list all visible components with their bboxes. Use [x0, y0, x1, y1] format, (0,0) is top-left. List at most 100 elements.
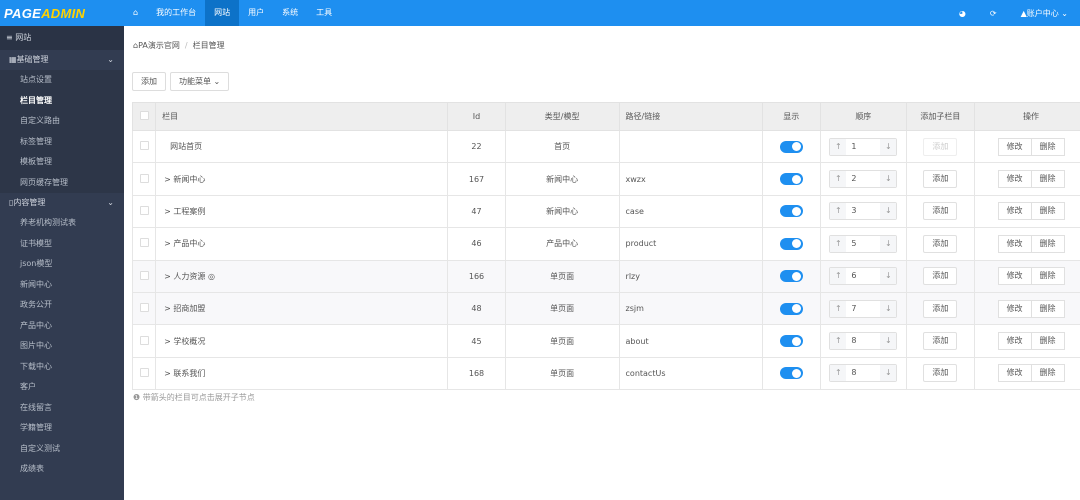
row-select-cell[interactable]	[131, 324, 157, 358]
column-name[interactable]: > 产品中心	[155, 227, 449, 261]
column-name[interactable]: > 新闻中心	[155, 162, 449, 196]
order-input[interactable]: 5	[846, 235, 881, 252]
delete-button[interactable]: 删除	[1031, 137, 1065, 156]
row-select-cell[interactable]	[131, 291, 157, 326]
logo[interactable]: PAGE ADMIN	[0, 0, 124, 26]
delete-button[interactable]: 删除	[1031, 299, 1065, 318]
edit-button[interactable]: 修改	[997, 202, 1032, 221]
move-down-button[interactable]: ↓	[880, 333, 897, 350]
delete-button[interactable]: 删除	[1031, 202, 1065, 221]
order-input[interactable]: 1	[846, 138, 881, 155]
add-button[interactable]: 添加	[132, 72, 166, 91]
move-down-button[interactable]: ↓	[880, 203, 897, 220]
edit-button[interactable]: 修改	[997, 332, 1032, 351]
move-down-button[interactable]: ↓	[880, 268, 897, 285]
add-child-button[interactable]: 添加	[923, 202, 958, 221]
edit-button[interactable]: 修改	[997, 170, 1032, 189]
move-up-button[interactable]: ↑	[830, 171, 847, 188]
sidebar-item[interactable]: 在线留言	[0, 398, 124, 419]
sidebar-item[interactable]: 政务公开	[0, 295, 124, 316]
show-toggle[interactable]	[779, 335, 803, 348]
row-checkbox[interactable]	[139, 270, 149, 280]
edit-button[interactable]: 修改	[997, 267, 1032, 286]
move-down-button[interactable]: ↓	[880, 138, 897, 155]
sidebar-item[interactable]: 站点设置	[0, 70, 124, 91]
edit-button[interactable]: 修改	[997, 299, 1032, 318]
row-checkbox[interactable]	[139, 141, 149, 151]
move-up-button[interactable]: ↑	[830, 300, 847, 317]
row-select-cell[interactable]	[131, 259, 157, 293]
sidebar-item[interactable]: 证书模型	[0, 234, 124, 255]
show-toggle[interactable]	[779, 302, 803, 315]
delete-button[interactable]: 删除	[1031, 332, 1065, 351]
add-child-button[interactable]: 添加	[923, 234, 958, 253]
show-toggle[interactable]	[779, 140, 803, 153]
edit-button[interactable]: 修改	[997, 137, 1032, 156]
add-child-button[interactable]: 添加	[923, 267, 958, 286]
order-input[interactable]: 7	[846, 300, 881, 317]
add-child-button[interactable]: 添加	[923, 332, 958, 351]
show-toggle[interactable]	[779, 270, 803, 283]
row-select-cell[interactable]	[131, 162, 157, 196]
sidebar-item[interactable]: json模型	[0, 254, 124, 275]
sidebar-item[interactable]: 模板管理	[0, 152, 124, 173]
nav-item[interactable]: 用户	[239, 0, 273, 26]
row-select-cell[interactable]	[131, 227, 157, 261]
show-toggle[interactable]	[779, 237, 803, 250]
show-toggle[interactable]	[779, 205, 803, 218]
add-child-button[interactable]: 添加	[923, 299, 958, 318]
column-name[interactable]: > 人力资源 ◎	[155, 259, 449, 293]
move-up-button[interactable]: ↑	[830, 268, 847, 285]
sidebar-item[interactable]: 标签管理	[0, 131, 124, 152]
sidebar-item[interactable]: 下载中心	[0, 357, 124, 378]
move-down-button[interactable]: ↓	[880, 300, 897, 317]
order-input[interactable]: 8	[846, 333, 881, 350]
move-up-button[interactable]: ↑	[830, 333, 847, 350]
sidebar-item[interactable]: 养老机构测试表	[0, 213, 124, 234]
row-checkbox[interactable]	[139, 335, 149, 345]
row-checkbox[interactable]	[139, 367, 149, 377]
delete-button[interactable]: 删除	[1031, 170, 1065, 189]
move-up-button[interactable]: ↑	[830, 203, 847, 220]
column-name[interactable]: > 招商加盟	[155, 291, 449, 326]
nav-item[interactable]: 我的工作台	[147, 0, 205, 26]
sidebar-item[interactable]: 客户	[0, 377, 124, 398]
select-all-cell[interactable]	[131, 102, 157, 131]
show-toggle[interactable]	[779, 173, 803, 186]
order-input[interactable]: 2	[846, 171, 881, 188]
row-checkbox[interactable]	[139, 303, 149, 313]
sidebar-item[interactable]: 自定义路由	[0, 111, 124, 132]
add-child-button[interactable]: 添加	[923, 364, 958, 383]
column-name[interactable]: > 学校概况	[155, 324, 449, 358]
nav-item[interactable]: 系统	[273, 0, 307, 26]
row-select-cell[interactable]	[131, 194, 157, 229]
nav-item[interactable]: 网站	[205, 0, 240, 26]
sidebar-item[interactable]: 网页缓存管理	[0, 172, 124, 193]
move-down-button[interactable]: ↓	[880, 365, 897, 382]
nav-item[interactable]: 工具	[307, 0, 341, 26]
sidebar-item[interactable]: 栏目管理	[0, 90, 124, 111]
move-up-button[interactable]: ↑	[830, 365, 847, 382]
order-input[interactable]: 8	[846, 365, 881, 382]
add-child-button[interactable]: 添加	[923, 170, 958, 189]
account-menu[interactable]: ▲账户中心 ⌄	[1009, 8, 1080, 19]
sidebar-item[interactable]: 学籍管理	[0, 418, 124, 439]
move-up-button[interactable]: ↑	[830, 235, 847, 252]
function-menu-button[interactable]: 功能菜单 ⌄	[170, 72, 230, 91]
globe-icon[interactable]: ◕	[947, 9, 978, 18]
delete-button[interactable]: 删除	[1031, 267, 1065, 286]
sidebar-item[interactable]: 自定义测试	[0, 439, 124, 460]
row-checkbox[interactable]	[139, 238, 149, 248]
column-name[interactable]: 网站首页	[155, 129, 449, 164]
row-select-cell[interactable]	[131, 129, 157, 164]
refresh-icon[interactable]: ⟳	[978, 9, 1009, 18]
select-all-checkbox[interactable]	[139, 111, 149, 120]
sidebar-group[interactable]: ▦基础管理 ⌄	[0, 50, 124, 70]
nav-home-icon[interactable]: ⌂	[124, 0, 147, 26]
delete-button[interactable]: 删除	[1031, 234, 1065, 253]
sidebar-item[interactable]: 产品中心	[0, 316, 124, 337]
edit-button[interactable]: 修改	[997, 234, 1032, 253]
row-select-cell[interactable]	[131, 356, 157, 391]
order-input[interactable]: 6	[846, 268, 881, 285]
breadcrumb-home[interactable]: ⌂PA演示官网	[133, 41, 180, 50]
